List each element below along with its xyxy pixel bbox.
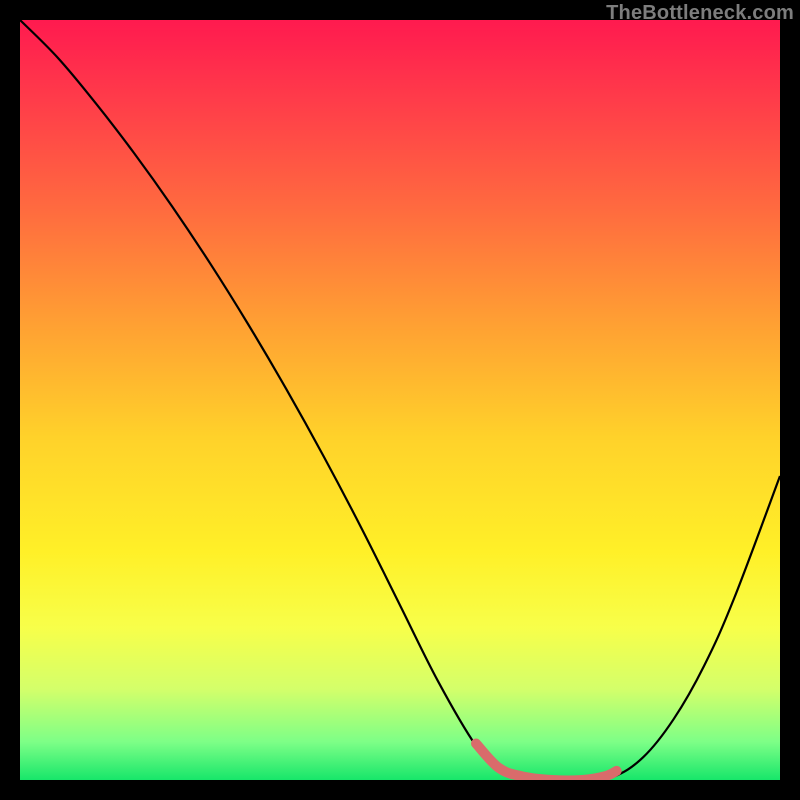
curve-layer [20,20,780,780]
bottleneck-curve-path [20,20,780,780]
optimal-range-path [476,744,617,780]
chart-frame: TheBottleneck.com [0,0,800,800]
plot-area [20,20,780,780]
